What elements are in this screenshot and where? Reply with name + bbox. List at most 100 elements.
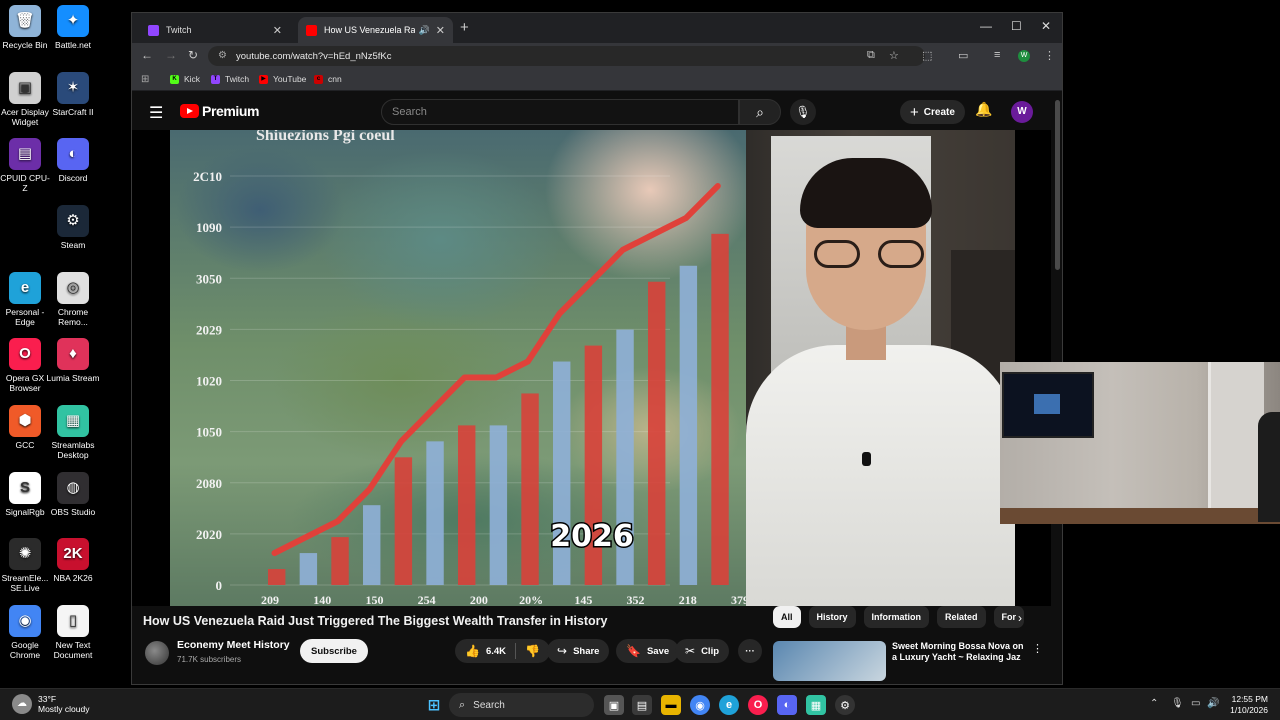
volume-icon[interactable]: 🔊 xyxy=(1207,698,1219,709)
minimize-button[interactable]: — xyxy=(980,19,992,33)
side-panel-icon[interactable]: ▭ xyxy=(958,49,968,62)
desktop-icon-label: GCC xyxy=(15,440,35,450)
desktop-icon-opera-gx[interactable]: O Opera GX Browser xyxy=(0,338,52,393)
install-app-icon[interactable]: ⧉ xyxy=(867,49,875,62)
desktop-icon-signalrgb[interactable]: S SignalRgb xyxy=(0,472,52,517)
chip-information[interactable]: Information xyxy=(863,606,930,628)
opera-gx-taskbar-icon[interactable]: O xyxy=(748,695,768,715)
desktop-icon-lumia[interactable]: ♦ Lumia Stream xyxy=(46,338,100,383)
desktop-icon-nba2k[interactable]: 2K NBA 2K26 xyxy=(46,538,100,583)
back-button[interactable]: ← xyxy=(141,48,153,62)
start-windows-icon[interactable]: ⊞ xyxy=(424,695,444,715)
webcam-floor xyxy=(1000,508,1280,524)
subscribe-button[interactable]: Subscribe xyxy=(300,639,368,663)
tab-twitch[interactable]: Twitch ✕ xyxy=(140,17,290,43)
streamlabs-taskbar-icon[interactable]: ▦ xyxy=(806,695,826,715)
bookmark-kick[interactable]: K Kick xyxy=(170,74,200,84)
desktop-icon-label: OBS Studio xyxy=(50,507,96,517)
file-explorer-icon[interactable]: ▬ xyxy=(661,695,681,715)
webcam-tv xyxy=(1002,372,1094,438)
browser-toolbar: ← → ↻ ⚙ youtube.com/watch?v=hEd_nNz5fKc … xyxy=(132,43,1062,69)
audio-playing-icon[interactable]: 🔊 xyxy=(419,25,430,36)
network-icon[interactable]: ▭ xyxy=(1191,698,1200,709)
desktop-icon-chrome-remote[interactable]: ◎ Chrome Remo... xyxy=(46,272,100,327)
desktop-icon-streamelements[interactable]: ✺ StreamEle... SE.Live xyxy=(0,538,52,593)
new-tab-button[interactable]: + xyxy=(460,19,469,36)
widgets-icon[interactable]: ▤ xyxy=(632,695,652,715)
address-bar[interactable]: ⚙ youtube.com/watch?v=hEd_nNz5fKc xyxy=(208,46,925,66)
recommended-thumbnail[interactable] xyxy=(773,641,886,681)
profile-avatar[interactable]: W xyxy=(1018,50,1030,62)
forward-button[interactable]: → xyxy=(165,48,177,62)
browser-menu-icon[interactable]: ⋮ xyxy=(1044,49,1055,62)
video-player[interactable]: Shiuezions Pgi coeul 2C10 1090 3050 2029 1020… xyxy=(132,130,1051,606)
close-window-button[interactable]: ✕ xyxy=(1041,19,1051,33)
site-info-icon[interactable]: ⚙ xyxy=(218,50,227,61)
thumbs-up-icon[interactable]: 👍 xyxy=(465,644,480,658)
notifications-bell-icon[interactable]: 🔔 xyxy=(975,101,992,118)
tab-youtube[interactable]: How US Venezuela Raid Just 🔊 ✕ xyxy=(298,17,453,43)
maximize-button[interactable]: ☐ xyxy=(1011,19,1022,33)
desktop-icon-discord[interactable]: ◐ Discord xyxy=(46,138,100,183)
desktop-icon-text-document[interactable]: ▯ New Text Document xyxy=(46,605,100,660)
desktop-icon-starcraft[interactable]: ✶ StarCraft II xyxy=(46,72,100,117)
desktop-icon-obs[interactable]: ◍ OBS Studio xyxy=(46,472,100,517)
bookmark-twitch[interactable]: T Twitch xyxy=(211,74,249,84)
apps-grid-icon[interactable]: ⊞ xyxy=(141,74,149,85)
bookmark-youtube[interactable]: ▶ YouTube xyxy=(259,74,306,84)
desktop-icon-cpuz[interactable]: ▤ CPUID CPU-Z xyxy=(0,138,52,193)
close-tab-icon[interactable]: ✕ xyxy=(273,24,282,37)
scrollbar-thumb[interactable] xyxy=(1055,100,1060,270)
like-count[interactable]: 6.4K xyxy=(486,646,506,657)
menu-hamburger-icon[interactable]: ☰ xyxy=(149,103,163,123)
desktop-icon-battlenet[interactable]: ✦ Battle.net xyxy=(46,5,100,50)
voice-search-button[interactable]: 🎙 xyxy=(790,99,816,125)
edge-taskbar-icon[interactable]: e xyxy=(719,695,739,715)
desktop-icon-steam[interactable]: ⚙ Steam xyxy=(46,205,100,250)
desktop-icon-chrome[interactable]: ◉ Google Chrome xyxy=(0,605,52,660)
search-input[interactable]: Search xyxy=(381,99,739,125)
create-button[interactable]: + Create xyxy=(900,100,965,124)
chart-bar xyxy=(489,425,508,585)
search-icon: ⌕ xyxy=(756,103,764,120)
chip-history[interactable]: History xyxy=(808,606,856,628)
weather-widget[interactable]: ☁ 33°F Mostly cloudy xyxy=(12,694,90,714)
tray-overflow-icon[interactable]: ⌃ xyxy=(1150,698,1158,709)
discord-taskbar-icon[interactable]: ◐ xyxy=(777,695,797,715)
recommended-title[interactable]: Sweet Morning Bossa Nova on a Luxury Yac… xyxy=(892,641,1027,663)
reload-button[interactable]: ↻ xyxy=(188,48,198,62)
task-view-icon[interactable]: ▣ xyxy=(604,695,624,715)
desktop-icon-acer[interactable]: ▣ Acer Display Widget xyxy=(0,72,52,127)
lapel-mic xyxy=(862,452,871,466)
desktop-icon-edge[interactable]: e Personal - Edge xyxy=(0,272,52,327)
system-clock[interactable]: 12:55 PM 1/10/2026 xyxy=(1222,694,1268,716)
chrome-taskbar-icon[interactable]: ◉ xyxy=(690,695,710,715)
channel-avatar[interactable] xyxy=(145,641,169,665)
save-button[interactable]: 🔖 Save xyxy=(616,639,680,663)
youtube-logo[interactable]: Premium xyxy=(180,103,260,119)
chart-bar xyxy=(299,553,318,585)
close-tab-icon[interactable]: ✕ xyxy=(436,24,445,37)
chart-x-tick-label: 379 xyxy=(731,593,746,606)
search-button[interactable]: ⌕ xyxy=(739,99,781,125)
channel-name[interactable]: Econemy Meet History xyxy=(177,639,290,651)
account-avatar[interactable]: W xyxy=(1011,101,1033,123)
desktop-icon-streamlabs[interactable]: ▦ Streamlabs Desktop xyxy=(46,405,100,460)
desktop-icon-gcc[interactable]: ⬢ GCC xyxy=(0,405,52,450)
chip-all[interactable]: All xyxy=(773,606,801,628)
thumbs-down-icon[interactable]: 👎 xyxy=(525,644,540,658)
chevron-right-icon[interactable]: › xyxy=(1018,611,1022,625)
bookmark-star-icon[interactable]: ☆ xyxy=(889,49,899,62)
recommended-more-icon[interactable]: ⋮ xyxy=(1032,642,1043,655)
microphone-tray-icon[interactable]: 🎙 xyxy=(1171,698,1184,709)
taskbar-search[interactable]: ⌕ Search xyxy=(449,693,594,717)
settings-taskbar-icon[interactable]: ⚙ xyxy=(835,695,855,715)
reading-list-icon[interactable]: ≡ xyxy=(994,49,1000,61)
chip-related[interactable]: Related xyxy=(937,606,986,628)
bookmark-cnn[interactable]: c cnn xyxy=(314,74,342,84)
clip-button[interactable]: ✂ Clip xyxy=(675,639,730,663)
extensions-icon[interactable]: ⬚ xyxy=(922,49,932,62)
desktop-icon-recycle-bin[interactable]: 🗑 Recycle Bin xyxy=(0,5,52,50)
share-button[interactable]: ↪ Share xyxy=(547,639,610,663)
more-actions-button[interactable]: ··· xyxy=(738,639,762,663)
